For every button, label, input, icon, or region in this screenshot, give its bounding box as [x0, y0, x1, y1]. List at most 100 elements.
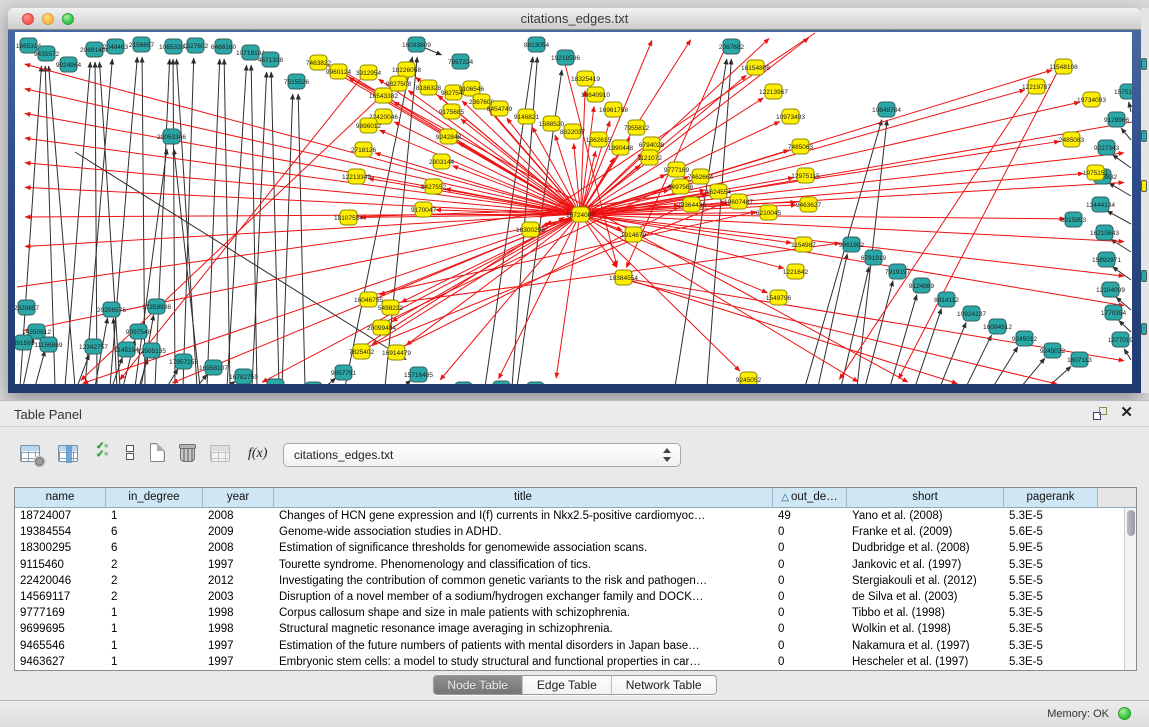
network-node[interactable]: 9857791 [331, 365, 357, 380]
network-node[interactable]: 12444134 [1086, 197, 1115, 212]
network-node[interactable]: 9124989 [909, 278, 935, 293]
network-node[interactable]: 8605121 [451, 382, 477, 384]
network-node[interactable]: 17957253 [169, 354, 198, 369]
network-node[interactable]: 9175685 [439, 104, 465, 119]
network-node[interactable]: 13505135 [137, 343, 166, 358]
network-node[interactable]: 2320657 [15, 300, 40, 315]
network-node[interactable]: 12104099 [1096, 282, 1125, 297]
network-node[interactable]: 7857224 [448, 54, 474, 69]
show-columns-icon[interactable] [58, 445, 78, 462]
table-row[interactable]: 1938455462009Genome-wide association stu… [15, 524, 1124, 540]
network-canvas[interactable]: 1665314943557299249642069140620484632156… [15, 32, 1132, 384]
table-vertical-scrollbar[interactable] [1124, 508, 1136, 670]
network-node[interactable]: 11548108 [1049, 59, 1078, 74]
table-row[interactable]: 1456911722003Disruption of a novel membe… [15, 589, 1124, 605]
network-node[interactable]: 12342757 [79, 339, 108, 354]
network-node[interactable]: 9924964 [56, 57, 82, 72]
network-node[interactable]: 8215953 [1061, 212, 1087, 227]
table-options-icon[interactable] [20, 445, 40, 462]
column-header-out_de[interactable]: △out_de… [773, 488, 847, 507]
network-node[interactable]: 6210045 [756, 205, 782, 220]
network-node[interactable]: 9227343 [1094, 140, 1120, 155]
network-node[interactable]: 16958107 [199, 360, 228, 375]
network-node[interactable]: 9097548 [126, 324, 152, 339]
column-header-year[interactable]: year [203, 488, 274, 507]
network-node[interactable]: 8813054 [524, 37, 550, 52]
column-header-short[interactable]: short [847, 488, 1004, 507]
network-node[interactable]: 16094512 [983, 319, 1012, 334]
network-node[interactable]: 2803144 [429, 154, 455, 169]
network-node[interactable]: 9146821 [514, 109, 540, 124]
network-node[interactable]: 9245012 [1012, 331, 1038, 346]
network-node[interactable]: 1990448 [608, 140, 634, 155]
column-visibility-icon[interactable]: ✓▫✓▫ [96, 443, 108, 459]
new-column-icon[interactable] [150, 443, 165, 462]
network-node[interactable]: 15892971 [1092, 252, 1121, 267]
network-node[interactable]: 8186328 [416, 80, 442, 95]
network-node[interactable]: 12213967 [759, 84, 788, 99]
table-row[interactable]: 946362711997Embryonic stem cells: a mode… [15, 654, 1124, 670]
tab-edge-table[interactable]: Edge Table [523, 676, 612, 694]
network-node[interactable]: 7916450 [523, 382, 549, 384]
network-node[interactable]: 9436305 [489, 381, 515, 384]
network-node[interactable]: 18640910 [581, 87, 610, 102]
scrollbar-thumb[interactable] [1127, 510, 1135, 536]
memory-ok-indicator[interactable] [1118, 707, 1131, 720]
network-node[interactable]: 7955812 [624, 120, 650, 135]
network-node[interactable]: 1121072 [637, 150, 662, 165]
network-node[interactable]: 1549796 [766, 290, 792, 305]
network-node[interactable]: 15751074 [1114, 84, 1132, 99]
table-row[interactable]: 911546021997Tourette syndrome. Phenomeno… [15, 557, 1124, 573]
network-node[interactable]: 9245052 [736, 372, 762, 384]
float-panel-icon[interactable] [1093, 407, 1107, 420]
network-node[interactable]: 2718126 [351, 142, 377, 157]
network-node[interactable]: 8914112 [934, 292, 959, 307]
network-node[interactable]: 1807113 [1067, 352, 1092, 367]
network-node[interactable]: 2087682 [719, 39, 745, 54]
network-node[interactable]: 9245032 [1040, 343, 1066, 358]
network-node[interactable]: 19218586 [551, 50, 580, 65]
network-node[interactable]: 7462664 [688, 169, 714, 184]
network-node[interactable]: 9463627 [796, 197, 822, 212]
network-node[interactable]: 2156657 [129, 37, 155, 52]
table-row[interactable]: 969969511998Structural magnetic resonanc… [15, 621, 1124, 637]
table-row[interactable]: 946554611997Estimation of the future num… [15, 638, 1124, 654]
table-row[interactable]: 2242004622012Investigating the contribut… [15, 573, 1124, 589]
network-node[interactable]: 7463822 [306, 55, 332, 70]
network-node[interactable]: 18325419 [571, 71, 600, 86]
close-panel-icon[interactable]: ✕ [1120, 405, 1133, 421]
column-header-in_degree[interactable]: in_degree [106, 488, 203, 507]
table-row[interactable]: 977716911998Corpus callosum shape and si… [15, 605, 1124, 621]
network-node[interactable]: 8427552 [421, 179, 447, 194]
table-row[interactable]: 1830029562008Estimation of significance … [15, 540, 1124, 556]
network-node[interactable]: 1624554 [706, 184, 732, 199]
network-node[interactable]: 1277019 [1108, 332, 1132, 347]
network-node[interactable]: 1154987 [791, 237, 816, 252]
network-node[interactable]: 10924137 [957, 306, 986, 321]
network-node[interactable]: 16210643 [1090, 225, 1119, 240]
network-node[interactable]: 16154808 [741, 60, 770, 75]
network-node[interactable]: 19384554 [609, 270, 638, 285]
table-selector-dropdown[interactable]: citations_edges.txt [283, 443, 681, 467]
network-node[interactable]: 6466160 [211, 39, 237, 54]
window-titlebar[interactable]: citations_edges.txt [8, 8, 1141, 30]
network-node[interactable]: 9129966 [1104, 112, 1130, 127]
network-node[interactable]: 1221642 [783, 264, 809, 279]
delete-column-icon[interactable] [180, 443, 195, 462]
network-node[interactable]: 7485063 [788, 139, 814, 154]
network-node[interactable]: 16782759 [229, 369, 258, 384]
network-node[interactable]: 19734093 [1077, 92, 1106, 107]
network-node[interactable]: 18107554 [334, 210, 363, 225]
network-node[interactable]: 391591 [15, 335, 35, 350]
network-node[interactable]: 10648784 [872, 102, 901, 117]
tab-network-table[interactable]: Network Table [612, 676, 716, 694]
column-header-pagerank[interactable]: pagerank [1004, 488, 1098, 507]
network-node[interactable]: 1145194 [114, 342, 139, 357]
function-builder-icon[interactable]: f(x) [248, 446, 267, 462]
network-node[interactable]: 15716485 [404, 367, 433, 382]
network-node[interactable]: 9861992 [839, 237, 865, 252]
table-row[interactable]: 1872400712008Changes of HCN gene express… [15, 508, 1124, 524]
network-node[interactable]: 16961758 [599, 102, 628, 117]
column-header-name[interactable]: name [15, 488, 106, 507]
tab-node-table[interactable]: Node Table [433, 676, 523, 694]
